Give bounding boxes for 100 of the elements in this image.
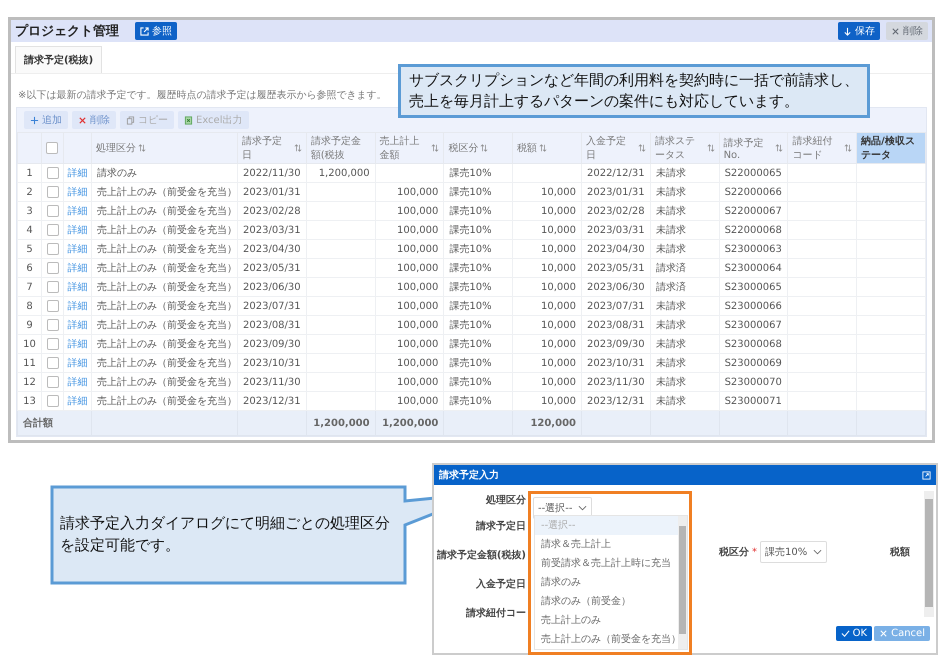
table-cell: 売上計上のみ（前受金を充当） bbox=[97, 396, 237, 407]
page-title: プロジェクト管理 bbox=[15, 22, 119, 40]
dropdown-option[interactable]: 請求＆売上計上 bbox=[535, 535, 678, 554]
maximize-icon[interactable] bbox=[922, 470, 931, 480]
row-checkbox[interactable] bbox=[46, 224, 58, 236]
callout-box: サブスクリプションなど年間の利用料を契約時に一括で前請求し、 売上を毎月計上するパターンの案件にも対応しています。 bbox=[398, 64, 870, 118]
table-cell: 2023/02/28 bbox=[243, 206, 301, 216]
dropdown-option[interactable]: 請求のみ（前受金） bbox=[535, 592, 678, 611]
table-cell: 100,000 bbox=[397, 186, 438, 198]
table-cell: 未請求 bbox=[656, 301, 686, 312]
table-cell: 売上計上のみ（前受金を充当） bbox=[97, 377, 237, 388]
table-cell: 10,000 bbox=[540, 358, 576, 368]
row-checkbox[interactable] bbox=[46, 262, 58, 274]
scrollbar[interactable] bbox=[924, 491, 934, 617]
row-checkbox[interactable] bbox=[46, 338, 58, 350]
table-cell: S23000070 bbox=[724, 376, 782, 388]
table-cell: 2023/10/31 bbox=[586, 358, 645, 368]
tab[interactable]: 請求予定(税抜) bbox=[15, 46, 102, 73]
add-button[interactable]: 追加 bbox=[24, 111, 68, 129]
total-cell: 1,200,000 bbox=[382, 418, 438, 428]
row-checkbox[interactable] bbox=[46, 167, 58, 179]
sort-icon[interactable] bbox=[706, 144, 715, 152]
reference-button[interactable]: 参照 bbox=[135, 22, 177, 40]
table-cell: 2023/12/31 bbox=[243, 396, 301, 406]
table-cell: 課売10% bbox=[449, 263, 492, 274]
row-number: 4 bbox=[26, 224, 33, 236]
table-cell: 100,000 bbox=[397, 244, 438, 254]
ok-button[interactable]: OK bbox=[836, 626, 872, 641]
sort-icon[interactable] bbox=[431, 144, 440, 152]
row-checkbox[interactable] bbox=[46, 281, 58, 293]
dropdown-option[interactable]: 請求のみ bbox=[535, 573, 678, 592]
row-checkbox[interactable] bbox=[46, 395, 58, 407]
table-cell: 2023/05/31 bbox=[586, 262, 645, 274]
table-cell: 10,000 bbox=[540, 244, 576, 254]
row-number: 8 bbox=[26, 300, 33, 312]
table-cell: S23000065 bbox=[724, 282, 782, 292]
table-cell: 10,000 bbox=[540, 376, 576, 388]
close-icon bbox=[879, 629, 888, 638]
table-cell: 2023/02/28 bbox=[586, 206, 645, 216]
table-cell: 2023/12/31 bbox=[586, 396, 645, 406]
table-cell: 2023/04/30 bbox=[586, 244, 645, 254]
table-cell: 未請求 bbox=[656, 225, 686, 236]
table-cell: 未請求 bbox=[656, 187, 686, 198]
table-cell: 課売10% bbox=[449, 320, 492, 331]
table-cell: 売上計上のみ（前受金を充当） bbox=[97, 244, 237, 255]
table-cell: 売上計上のみ（前受金を充当） bbox=[97, 282, 237, 293]
row-checkbox[interactable] bbox=[46, 357, 58, 369]
table-cell: 10,000 bbox=[540, 282, 576, 292]
sort-icon[interactable] bbox=[638, 144, 646, 152]
dropdown-option[interactable]: 売上計上のみ（前受金を充当） bbox=[535, 630, 678, 649]
row-checkbox[interactable] bbox=[46, 243, 58, 255]
sort-icon[interactable] bbox=[138, 144, 146, 152]
table-cell: 100,000 bbox=[397, 320, 438, 330]
table-cell: 2023/11/30 bbox=[243, 376, 301, 388]
column-header[interactable]: 処理区分 bbox=[96, 141, 136, 155]
table-cell: 10,000 bbox=[540, 396, 576, 406]
cancel-button[interactable]: Cancel bbox=[874, 626, 930, 641]
table-cell: 売上計上のみ（前受金を充当） bbox=[97, 320, 237, 331]
field-label: 請求予定日 bbox=[476, 519, 526, 534]
row-checkbox[interactable] bbox=[46, 205, 58, 217]
field-label: 請求予定金額(税抜) bbox=[436, 548, 526, 563]
column-header[interactable]: 税区分 bbox=[448, 141, 478, 155]
table-cell: 2023/11/30 bbox=[586, 376, 645, 388]
table-cell: 2023/04/30 bbox=[243, 244, 301, 254]
table-cell: 10,000 bbox=[540, 224, 576, 236]
tax-select[interactable]: 課売10% bbox=[760, 541, 828, 563]
table-cell: 100,000 bbox=[397, 358, 438, 368]
sort-icon[interactable] bbox=[294, 144, 302, 152]
sort-icon[interactable] bbox=[539, 144, 548, 152]
field-label: 税区分 bbox=[719, 546, 749, 559]
scrollbar[interactable] bbox=[678, 516, 687, 649]
row-checkbox[interactable] bbox=[46, 319, 58, 331]
sort-icon[interactable] bbox=[775, 144, 784, 152]
table-cell: 課売10% bbox=[449, 301, 492, 312]
table-cell: 課売10% bbox=[449, 225, 492, 236]
save-button[interactable]: 保存 bbox=[838, 22, 880, 40]
column-header[interactable]: 税額 bbox=[517, 141, 538, 155]
delete-button[interactable]: 削除 bbox=[72, 111, 116, 129]
table-cell: S23000064 bbox=[724, 262, 782, 274]
table-cell: S23000063 bbox=[724, 244, 782, 254]
field-label: 処理区分 bbox=[486, 494, 526, 508]
copy-icon bbox=[126, 116, 135, 124]
table-cell: 10,000 bbox=[540, 320, 576, 330]
sort-icon[interactable] bbox=[844, 144, 852, 152]
info-note: ※以下は最新の請求予定です。履歴時点の請求予定は履歴表示から参照できます。 bbox=[18, 88, 386, 102]
table-cell: 課売10% bbox=[449, 377, 492, 388]
row-checkbox[interactable] bbox=[46, 300, 58, 312]
row-checkbox[interactable] bbox=[46, 186, 58, 198]
sort-icon[interactable] bbox=[480, 144, 488, 152]
row-checkbox[interactable] bbox=[46, 376, 58, 388]
table-cell: 売上計上のみ（前受金を充当） bbox=[97, 263, 237, 274]
row-number: 2 bbox=[26, 186, 33, 198]
table-cell: 100,000 bbox=[397, 282, 438, 292]
dropdown-option[interactable]: --選択-- bbox=[535, 516, 678, 535]
dropdown-option[interactable]: 前受請求＆売上計上時に充当 bbox=[535, 554, 678, 573]
select-all-checkbox[interactable] bbox=[46, 142, 58, 154]
table-cell: 未請求 bbox=[656, 244, 686, 255]
table-cell: 未請求 bbox=[656, 320, 686, 331]
dropdown-option[interactable]: 売上計上のみ bbox=[535, 611, 678, 630]
spreadsheet-icon bbox=[184, 116, 193, 124]
